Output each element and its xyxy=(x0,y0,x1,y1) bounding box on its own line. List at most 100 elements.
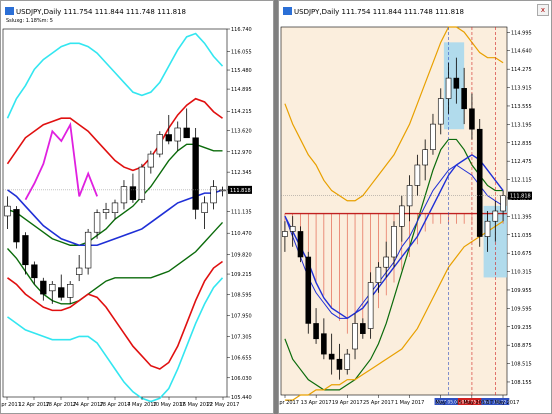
chart-window-left[interactable]: USDJPY,Daily 111.754 111.844 111.748 111… xyxy=(0,0,274,414)
candle-body xyxy=(383,256,390,268)
x-tick-label: 28 Apr 2017 xyxy=(100,402,131,408)
candle-body xyxy=(183,127,190,139)
y-tick-label: 111.395 xyxy=(511,214,532,220)
candle-body xyxy=(321,333,327,355)
candle-body xyxy=(367,282,374,329)
y-tick-label: 108.875 xyxy=(511,343,532,349)
candle-body xyxy=(156,134,163,155)
y-tick-label: 114.640 xyxy=(511,49,532,55)
price-chart[interactable]: 2017.05.09 00:002017.05.12 2017.05.22 00:… xyxy=(279,1,551,413)
price-label: 111.818 xyxy=(510,194,531,200)
y-tick-label: 114.275 xyxy=(511,67,532,73)
y-tick-label: 111.035 xyxy=(511,233,532,239)
y-tick-label: 108.595 xyxy=(231,292,252,298)
price-chart[interactable]: 116.740 116.055 115.480 114.895 114.215 113.6… xyxy=(1,1,273,413)
candle-body xyxy=(120,186,128,204)
y-tick-label: 109.595 xyxy=(511,306,532,312)
candle-body xyxy=(138,166,146,200)
candle-body xyxy=(192,137,199,210)
x-tick-label: 25 Apr 2017 xyxy=(363,400,394,406)
candle-body xyxy=(484,220,491,237)
candle-body xyxy=(147,153,155,168)
candle-body xyxy=(289,226,296,232)
candle-body xyxy=(398,205,405,227)
candle-body xyxy=(219,189,226,192)
y-tick-label: 112.970 xyxy=(231,150,252,156)
y-tick-label: 113.620 xyxy=(231,129,252,135)
y-tick-label: 112.345 xyxy=(231,170,252,176)
candle-body xyxy=(129,186,137,200)
y-tick-label: 116.740 xyxy=(231,27,252,33)
candle-body xyxy=(22,235,29,266)
x-tick-label: 7 Apr 2017 xyxy=(279,400,299,406)
x-tick-label: 19 Apr 2017 xyxy=(332,400,363,406)
y-tick-label: 112.475 xyxy=(511,159,532,165)
y-tick-label: 110.470 xyxy=(231,231,252,237)
candle-body xyxy=(31,264,38,279)
y-tick-label: 110.315 xyxy=(511,270,532,276)
candle-body xyxy=(282,231,288,237)
y-tick-label: 107.305 xyxy=(231,334,252,340)
y-tick-label: 115.480 xyxy=(231,68,252,74)
candle-body xyxy=(13,209,20,243)
y-tick-label: 109.235 xyxy=(511,325,532,331)
candle-body xyxy=(40,280,47,295)
candle-body xyxy=(174,127,181,142)
candle-body xyxy=(453,77,460,89)
candle-body xyxy=(414,164,421,186)
y-tick-label: 116.055 xyxy=(231,49,252,55)
candle-body xyxy=(102,209,110,213)
x-tick-label: 13 Apr 2017 xyxy=(301,400,332,406)
y-tick-label: 114.215 xyxy=(231,109,252,115)
candle-body xyxy=(49,284,56,292)
y-tick-label: 109.820 xyxy=(231,252,252,258)
y-tick-label: 114.995 xyxy=(511,30,532,36)
price-label: 111.818 xyxy=(230,188,251,194)
candle-body xyxy=(500,195,506,212)
y-tick-label: 106.030 xyxy=(231,376,252,382)
y-tick-label: 107.950 xyxy=(231,313,252,319)
y-tick-label: 105.440 xyxy=(231,395,252,401)
candle-body xyxy=(84,231,92,269)
plot-area xyxy=(280,26,508,396)
candle-body xyxy=(375,266,382,283)
y-tick-label: 108.515 xyxy=(511,362,532,368)
candle-body xyxy=(360,323,366,334)
candle-body xyxy=(430,123,436,150)
y-tick-label: 114.895 xyxy=(231,87,252,93)
candle-body xyxy=(75,267,83,275)
y-tick-label: 113.915 xyxy=(511,86,532,92)
candle-body xyxy=(344,353,351,370)
y-tick-label: 106.655 xyxy=(231,355,252,361)
candle-body xyxy=(165,134,172,142)
candle-body xyxy=(297,231,304,258)
candle-body xyxy=(201,202,208,213)
x-tick-label: 15 May 2017 xyxy=(456,400,489,406)
candle-body xyxy=(422,149,428,166)
candle-body xyxy=(210,186,217,204)
y-tick-label: 108.155 xyxy=(511,380,532,386)
y-tick-label: 113.195 xyxy=(511,122,532,128)
y-tick-label: 112.115 xyxy=(511,178,532,184)
candle-body xyxy=(4,205,11,217)
candle-body xyxy=(352,323,358,350)
candle-body xyxy=(445,77,452,99)
candle-body xyxy=(469,108,475,130)
candle-body xyxy=(476,128,483,237)
y-tick-label: 110.675 xyxy=(511,251,532,257)
x-tick-label: May xyxy=(436,400,446,406)
candle-body xyxy=(305,256,312,324)
chart-window-right[interactable]: USDJPY,Daily 111.754 111.844 111.748 111… xyxy=(278,0,552,414)
candle-body xyxy=(492,210,499,222)
y-tick-label: 112.835 xyxy=(511,141,532,147)
y-tick-label: 109.215 xyxy=(231,272,252,278)
candle-body xyxy=(111,202,119,213)
x-tick-label: 17 May 2017 xyxy=(487,400,520,406)
candle-body xyxy=(58,287,65,298)
y-tick-label: 109.955 xyxy=(511,288,532,294)
y-tick-label: 111.135 xyxy=(231,210,252,216)
candle-body xyxy=(461,88,467,110)
y-tick-label: 113.555 xyxy=(511,104,532,110)
x-tick-label: 22 May 2017 xyxy=(207,402,240,408)
candle-body xyxy=(336,358,343,370)
